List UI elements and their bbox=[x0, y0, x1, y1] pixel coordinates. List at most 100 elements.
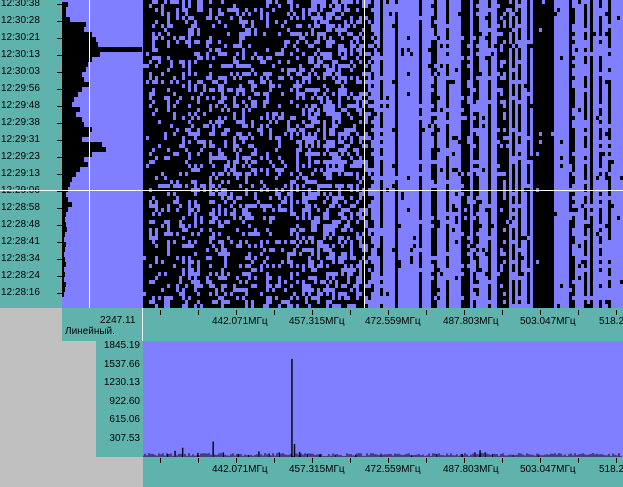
waterfall-cell bbox=[287, 132, 290, 192]
waterfall-cell bbox=[266, 176, 269, 188]
profile-bar bbox=[62, 12, 66, 17]
waterfall-cell bbox=[254, 76, 257, 84]
waterfall-cell bbox=[608, 300, 611, 308]
waterfall-cell bbox=[578, 264, 581, 268]
waterfall-heatmap[interactable] bbox=[143, 0, 623, 308]
waterfall-cell bbox=[209, 164, 212, 176]
waterfall-cell bbox=[191, 36, 194, 96]
waterfall-cell bbox=[455, 240, 458, 244]
waterfall-cell bbox=[437, 288, 440, 292]
waterfall-cell bbox=[356, 224, 359, 232]
spectrum-plot[interactable] bbox=[143, 341, 623, 457]
waterfall-cell bbox=[527, 0, 530, 40]
waterfall-cell bbox=[560, 284, 563, 288]
frequency-tick bbox=[312, 458, 313, 463]
frequency-tick bbox=[464, 310, 465, 315]
waterfall-panel[interactable] bbox=[143, 0, 623, 308]
waterfall-cell bbox=[368, 272, 371, 280]
spectrum-y-label: 307.53 bbox=[109, 432, 140, 444]
waterfall-cell bbox=[476, 216, 479, 232]
waterfall-cell bbox=[353, 68, 356, 96]
waterfall-cell bbox=[212, 168, 215, 172]
waterfall-cell bbox=[161, 176, 164, 184]
cursor-vertical[interactable] bbox=[364, 0, 365, 308]
waterfall-cell bbox=[173, 268, 176, 308]
waterfall-cell bbox=[155, 52, 158, 56]
waterfall-cell bbox=[368, 176, 371, 188]
waterfall-cell bbox=[194, 0, 197, 20]
waterfall-cell bbox=[341, 264, 344, 268]
waterfall-cell bbox=[320, 296, 323, 308]
waterfall-cell bbox=[455, 276, 458, 280]
waterfall-cell bbox=[584, 32, 587, 40]
waterfall-cell bbox=[215, 108, 218, 120]
scale-mode-label[interactable]: Линейный. bbox=[65, 326, 115, 338]
waterfall-cell bbox=[512, 32, 515, 44]
waterfall-cell bbox=[218, 228, 221, 232]
waterfall-cell bbox=[245, 268, 248, 272]
spectrum-y-label: 615.06 bbox=[109, 414, 140, 425]
spectrum-panel[interactable] bbox=[143, 341, 623, 457]
waterfall-cell bbox=[194, 76, 197, 84]
waterfall-cell bbox=[365, 84, 368, 92]
waterfall-cell bbox=[299, 28, 302, 32]
waterfall-cell bbox=[173, 80, 176, 92]
waterfall-cell bbox=[338, 12, 341, 16]
waterfall-cell bbox=[176, 204, 179, 208]
waterfall-cell bbox=[353, 28, 356, 36]
waterfall-cell bbox=[476, 176, 479, 196]
waterfall-cell bbox=[347, 136, 350, 144]
waterfall-cell bbox=[179, 148, 182, 172]
waterfall-cell bbox=[224, 84, 227, 96]
waterfall-cell bbox=[380, 288, 383, 296]
waterfall-cell bbox=[269, 92, 272, 120]
profile-bar bbox=[62, 292, 64, 297]
waterfall-cell bbox=[233, 64, 236, 76]
waterfall-cell bbox=[158, 216, 161, 272]
waterfall-cell bbox=[224, 28, 227, 44]
waterfall-cell bbox=[500, 20, 503, 32]
waterfall-cell bbox=[503, 200, 506, 228]
waterfall-cell bbox=[311, 300, 314, 308]
waterfall-cell bbox=[521, 272, 524, 276]
waterfall-cell bbox=[446, 64, 449, 76]
waterfall-cell bbox=[380, 112, 383, 128]
cursor-horizontal[interactable] bbox=[0, 190, 623, 191]
waterfall-cell bbox=[560, 140, 563, 144]
waterfall-cell bbox=[188, 76, 191, 80]
waterfall-cell bbox=[299, 256, 302, 308]
waterfall-cell bbox=[572, 216, 575, 228]
waterfall-cell bbox=[251, 156, 254, 160]
time-label: 12:28:16 bbox=[1, 287, 40, 298]
waterfall-cell bbox=[518, 64, 521, 80]
waterfall-cell bbox=[233, 120, 236, 136]
waterfall-cell bbox=[266, 268, 269, 272]
waterfall-cell bbox=[452, 168, 455, 172]
waterfall-cell bbox=[248, 76, 251, 80]
waterfall-cell bbox=[191, 276, 194, 280]
waterfall-cell bbox=[371, 156, 374, 168]
waterfall-cell bbox=[161, 16, 164, 24]
waterfall-cell bbox=[197, 236, 200, 260]
waterfall-cell bbox=[344, 272, 347, 284]
waterfall-cell bbox=[155, 84, 158, 108]
waterfall-cell bbox=[245, 24, 248, 28]
profile-bar bbox=[62, 272, 65, 277]
waterfall-cell bbox=[572, 176, 575, 184]
waterfall-cell bbox=[320, 12, 323, 16]
waterfall-cell bbox=[335, 120, 338, 124]
waterfall-cell bbox=[359, 200, 362, 208]
waterfall-cell bbox=[302, 20, 305, 36]
waterfall-cell bbox=[305, 244, 308, 248]
waterfall-cell bbox=[296, 284, 299, 296]
waterfall-cell bbox=[611, 204, 614, 208]
waterfall-cell bbox=[155, 248, 158, 256]
waterfall-cell bbox=[329, 60, 332, 68]
waterfall-cell bbox=[608, 280, 611, 288]
cursor-vertical-profile[interactable] bbox=[89, 0, 90, 308]
waterfall-cell bbox=[146, 140, 149, 164]
profile-bar bbox=[62, 257, 65, 262]
waterfall-cell bbox=[419, 224, 422, 248]
waterfall-cell bbox=[224, 148, 227, 156]
profile-bar bbox=[62, 17, 70, 22]
